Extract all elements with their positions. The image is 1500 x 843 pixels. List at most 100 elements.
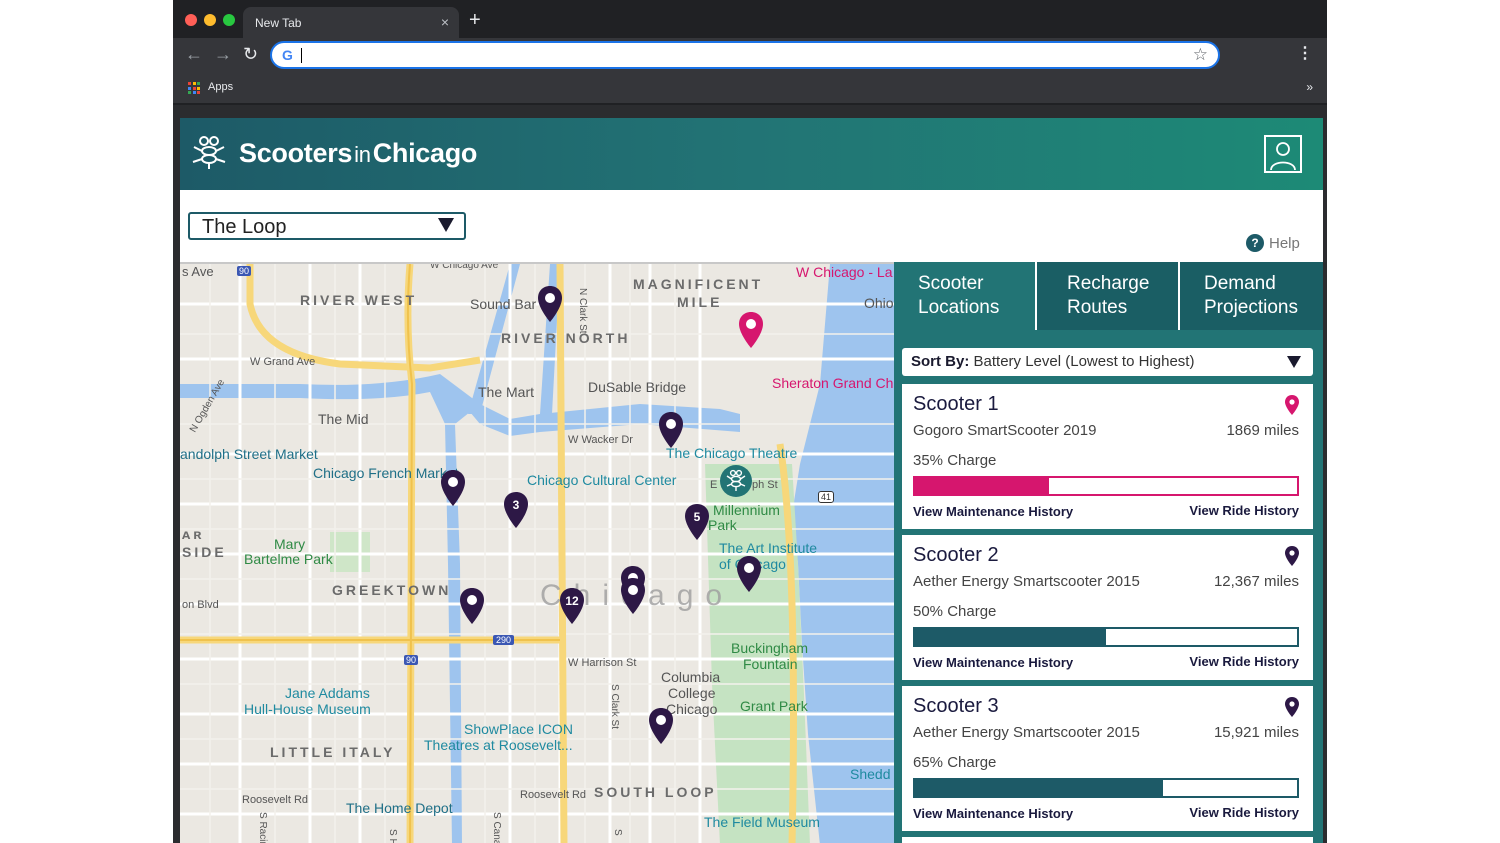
app-brand[interactable]: ScootersinChicago: [239, 138, 477, 169]
poi-label: Bartelme Park: [244, 551, 333, 567]
tab-close-icon[interactable]: ×: [441, 14, 449, 30]
location-pin-icon[interactable]: [1285, 395, 1299, 415]
more-bookmarks-icon[interactable]: »: [1306, 80, 1313, 94]
scooter-pin-icon[interactable]: [620, 578, 646, 614]
browser-toolbar: ← → ↻ G ☆ ⋮: [173, 38, 1327, 72]
poi-label: Shedd: [850, 766, 891, 782]
location-pin-icon[interactable]: [1285, 546, 1299, 566]
poi-label: Sound Bar: [470, 296, 537, 312]
poi-label: The Field Museum: [704, 814, 820, 830]
scooter-name: Scooter 3: [913, 695, 999, 717]
scooter-miles: 12,367 miles: [1213, 573, 1299, 590]
poi-label: Columbia: [661, 669, 721, 685]
minimize-window-button[interactable]: [204, 14, 216, 26]
address-bar[interactable]: G ☆: [270, 41, 1220, 69]
poi-label: Chicago Cultural Center: [527, 472, 677, 488]
tab-recharge-routes[interactable]: Recharge Routes: [1037, 262, 1180, 330]
street-label: Roosevelt Rd: [242, 794, 309, 806]
scooter-charge: 65% Charge: [913, 754, 997, 771]
close-window-button[interactable]: [185, 14, 197, 26]
maintenance-history-link[interactable]: View Maintenance History: [913, 655, 1073, 670]
street-label: ph St: [752, 479, 778, 491]
scooter-pin-icon[interactable]: [736, 556, 762, 592]
poi-label: Grant Park: [740, 698, 808, 714]
scooter-card[interactable]: Scooter 2 Aether Energy Smartscooter 201…: [902, 535, 1313, 680]
brand-scooters: Scooters: [239, 138, 353, 168]
battery-bar: [913, 627, 1299, 647]
ride-history-link[interactable]: View Ride History: [1189, 805, 1299, 820]
street-label: S Clark St: [609, 684, 620, 730]
browser-tab[interactable]: New Tab ×: [243, 7, 459, 38]
bookmark-star-icon[interactable]: ☆: [1193, 45, 1208, 65]
apps-grid-icon[interactable]: [188, 82, 200, 94]
neighborhood-label: RIVER WEST: [300, 292, 418, 308]
scooter-name: Scooter 1: [913, 393, 999, 415]
route-shield-icon: 41: [818, 491, 835, 503]
scooter-pin-icon[interactable]: [648, 708, 674, 744]
poi-label: Jane Addams: [285, 685, 370, 701]
dropdown-triangle-icon: [438, 218, 454, 232]
scooter-name: Scooter 2: [913, 544, 999, 566]
location-value: The Loop: [202, 216, 287, 238]
poi-label: The Mid: [318, 411, 369, 427]
street-label: Roosevelt Rd: [520, 789, 587, 801]
browser-window: New Tab × + ← → ↻ G ☆ ⋮ Apps » Scootersi…: [173, 0, 1327, 843]
poi-label: ShowPlace ICON: [464, 721, 573, 737]
neighborhood-label: MAGNIFICENT: [633, 276, 764, 292]
neighborhood-label: RIVER NORTH: [501, 330, 631, 346]
poi-label: andolph Street Market: [180, 446, 318, 462]
street-label: W Harrison St: [568, 657, 637, 669]
scooter-cluster-pin[interactable]: 5: [684, 504, 710, 540]
poi-label: W Chicago - La: [796, 264, 893, 280]
scooter-pin-icon[interactable]: [459, 588, 485, 624]
poi-label: Hull-House Museum: [244, 701, 371, 717]
poi-label: College: [668, 685, 716, 701]
maximize-window-button[interactable]: [223, 14, 235, 26]
street-label: S H: [387, 829, 398, 843]
tab-scooter-locations[interactable]: Scooter Locations: [894, 262, 1037, 330]
scooter-pin-icon[interactable]: [658, 412, 684, 448]
reload-icon[interactable]: ↻: [243, 44, 258, 65]
maintenance-history-link[interactable]: View Maintenance History: [913, 504, 1073, 519]
poi-label: The Mart: [478, 384, 535, 400]
browser-menu-icon[interactable]: ⋮: [1297, 43, 1313, 63]
location-pin-icon[interactable]: [1285, 697, 1299, 717]
scooter-cluster-pin[interactable]: 12: [559, 588, 585, 624]
scooter-pin-icon[interactable]: [440, 470, 466, 506]
maintenance-history-link[interactable]: View Maintenance History: [913, 806, 1073, 821]
tab-label-line2: Routes: [1067, 297, 1128, 318]
user-profile-button[interactable]: [1264, 135, 1302, 173]
back-icon[interactable]: ←: [185, 44, 203, 65]
battery-bar-fill: [915, 780, 1164, 796]
scooter-miles: 1869 miles: [1226, 422, 1299, 439]
scooter-card[interactable]: Scooter 3 Aether Energy Smartscooter 201…: [902, 686, 1313, 831]
new-tab-button[interactable]: +: [469, 9, 481, 32]
apps-bookmark[interactable]: Apps: [208, 81, 233, 93]
forward-icon[interactable]: →: [214, 44, 232, 65]
street-label: S Racine: [257, 812, 268, 843]
scooter-pin-highlighted-icon[interactable]: [738, 312, 764, 348]
dropdown-triangle-icon: [1287, 356, 1301, 368]
scooter-map[interactable]: s Ave W Chicago Ave N Clark St W Grand A…: [180, 262, 894, 843]
app-header: ScootersinChicago: [180, 118, 1323, 190]
scooter-cluster-pin[interactable]: 3: [503, 492, 529, 528]
street-label: S Canal: [491, 812, 502, 843]
neighborhood-label: SOUTH LOOP: [594, 784, 717, 800]
scooter-card-partial[interactable]: [902, 837, 1313, 843]
scooter-charge: 35% Charge: [913, 452, 997, 469]
poi-label: Mary: [274, 536, 306, 552]
neighborhood-label: LITTLE ITALY: [270, 744, 396, 760]
ride-history-link[interactable]: View Ride History: [1189, 503, 1299, 518]
browser-tabbar: New Tab × +: [173, 0, 1327, 38]
sort-dropdown[interactable]: Sort By: Battery Level (Lowest to Highes…: [902, 348, 1313, 376]
ride-history-link[interactable]: View Ride History: [1189, 654, 1299, 669]
help-link[interactable]: ? Help: [1246, 234, 1300, 252]
tab-label-line2: Projections: [1204, 297, 1298, 318]
current-location-scooter-icon[interactable]: [719, 464, 753, 498]
neighborhood-label: GREEKTOWN: [332, 582, 452, 598]
scooter-card[interactable]: Scooter 1 Gogoro SmartScooter 2019 1869 …: [902, 384, 1313, 529]
battery-bar: [913, 778, 1299, 798]
scooter-pin-icon[interactable]: [537, 286, 563, 322]
tab-demand-projections[interactable]: Demand Projections: [1180, 262, 1323, 330]
location-dropdown[interactable]: The Loop: [188, 212, 466, 240]
